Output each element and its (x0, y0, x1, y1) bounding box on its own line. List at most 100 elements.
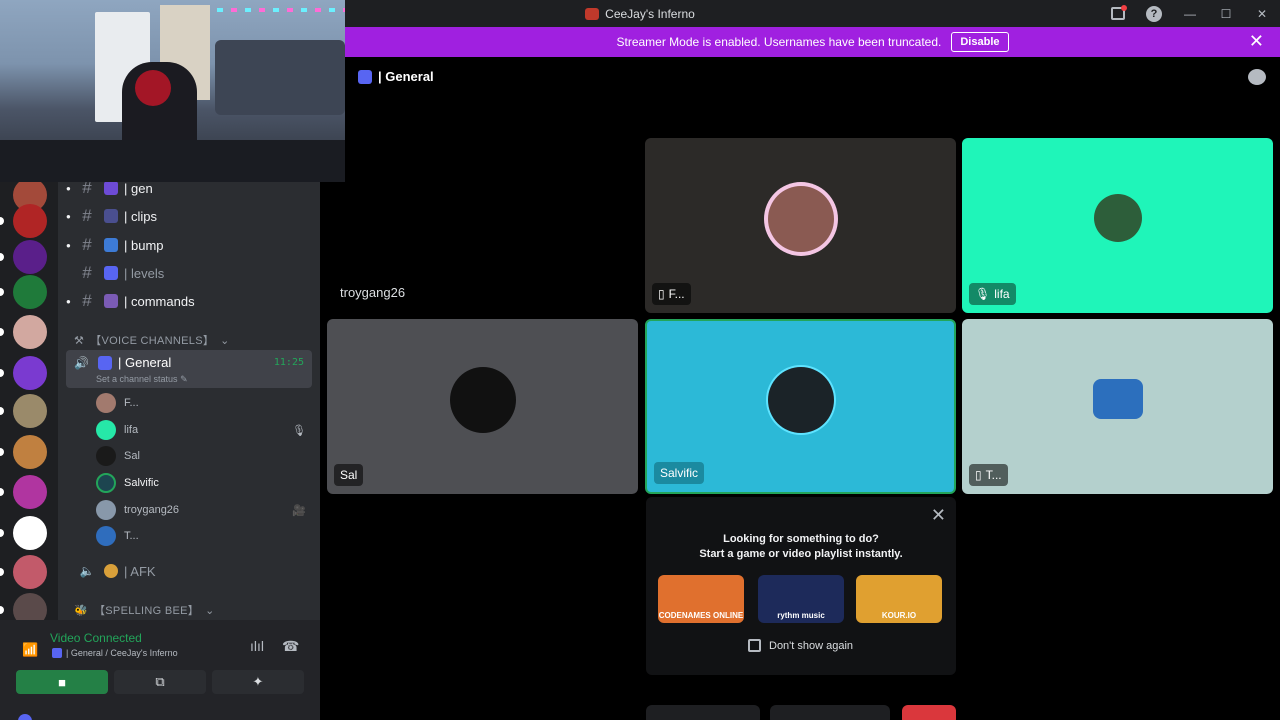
minimize-icon: — (1184, 6, 1196, 21)
unread-pill (0, 448, 4, 456)
help-icon: ? (1146, 5, 1162, 22)
member-name: troygang26 (124, 504, 180, 516)
channel-label: | clips (124, 208, 157, 224)
video-tile[interactable]: 🎙 lifa (962, 138, 1273, 313)
user-avatar[interactable] (18, 714, 32, 720)
speaker-icon: 🔊 (74, 356, 89, 370)
disable-button[interactable]: Disable (951, 32, 1009, 52)
unread-dot: ● (66, 296, 71, 306)
call-header: | General (358, 69, 434, 84)
minimize-button[interactable]: — (1172, 0, 1208, 27)
server-icon[interactable] (13, 475, 47, 509)
checkbox-label: Don't show again (769, 639, 854, 652)
hash-icon: # (82, 206, 92, 225)
activity-kour[interactable]: KOUR.IO (856, 575, 942, 623)
server-icon[interactable] (13, 555, 47, 589)
discord-window: CeeJay's Inferno ? — ☐ ✕ Streamer Mode i… (0, 0, 1280, 720)
voice-member[interactable]: lifa (96, 419, 138, 441)
activity-codenames[interactable]: CODENAMES ONLINE (658, 575, 744, 623)
close-window-button[interactable]: ✕ (1244, 0, 1280, 27)
voice-member[interactable]: Sal (96, 445, 140, 467)
server-icon[interactable] (13, 356, 47, 390)
game-label: CODENAMES ONLINE (658, 611, 744, 620)
channel-bump[interactable]: ● # | bump (66, 233, 164, 257)
camera-control[interactable] (770, 705, 890, 720)
voice-member[interactable]: T... (96, 525, 139, 547)
no-video-user[interactable]: troygang26 (340, 285, 405, 300)
activity-subheading: Start a game or video playlist instantly… (699, 548, 903, 560)
avatar (96, 420, 116, 440)
channel-status[interactable]: Set a channel status ✎ (96, 374, 188, 385)
streamer-mode-banner: Streamer Mode is enabled. Usernames have… (345, 27, 1280, 57)
banner-close-icon[interactable]: ✕ (1249, 32, 1264, 50)
video-tile[interactable]: Sal (327, 319, 638, 494)
avatar (96, 500, 116, 520)
server-icon[interactable] (13, 394, 47, 428)
noise-suppression-icon[interactable]: ılıl (250, 638, 264, 654)
channel-emoji-icon (104, 266, 118, 280)
member-name: Sal (124, 450, 140, 462)
channel-label: | commands (124, 293, 195, 309)
mic-control[interactable] (646, 705, 760, 720)
unread-pill (0, 488, 4, 496)
call-area: | General troygang26 ▯ F... 🎙 lifa Sal Sal… (320, 57, 1280, 720)
unread-dot: ● (66, 183, 71, 193)
maximize-button[interactable]: ☐ (1208, 0, 1244, 27)
camera-button[interactable]: ■ (16, 670, 108, 694)
hash-icon: # (82, 291, 92, 310)
inbox-button[interactable] (1100, 0, 1136, 27)
tile-name-tag: 🎙 lifa (969, 283, 1016, 305)
activity-heading: Looking for something to do? (723, 533, 879, 545)
category-icon: 🐝 (74, 604, 88, 617)
channel-commands[interactable]: ● # | commands (66, 289, 195, 313)
tile-name: T... (985, 468, 1002, 482)
dont-show-again-checkbox[interactable]: Don't show again (748, 639, 853, 652)
disconnect-icon[interactable]: ☎ (282, 638, 299, 655)
screen-share-icon: ⧉ (155, 674, 165, 689)
unread-pill (0, 568, 4, 576)
voice-channel-label: | General (118, 355, 172, 370)
channel-status-text: Set a channel status (96, 374, 178, 384)
activity-rythm[interactable]: rythm music (758, 575, 844, 623)
server-icon[interactable] (13, 204, 47, 238)
channel-emoji-icon (104, 294, 118, 308)
tile-name-tag: Salvific (654, 462, 705, 484)
spelling-category-header[interactable]: 🐝 【SPELLING BEE】 ⌄ (74, 602, 215, 618)
window-controls: ? — ☐ ✕ (1100, 0, 1280, 27)
mic-icon: 🎙 (975, 287, 991, 301)
server-icon[interactable] (13, 516, 47, 550)
voice-category-header[interactable]: ⚒ 【VOICE CHANNELS】 ⌄ (74, 332, 230, 348)
channel-emoji-icon (52, 648, 62, 658)
leave-call-button[interactable] (902, 705, 956, 720)
screen-share-button[interactable]: ⧉ (114, 670, 206, 694)
video-connected-label[interactable]: Video Connected (50, 631, 142, 645)
server-icon[interactable] (13, 275, 47, 309)
close-icon[interactable]: ✕ (931, 505, 946, 526)
member-name: lifa (124, 424, 139, 436)
channel-clips[interactable]: ● # | clips (66, 204, 157, 228)
chat-icon[interactable] (1248, 69, 1266, 85)
game-label: KOUR.IO (881, 611, 917, 620)
voice-member[interactable]: F... (96, 392, 139, 414)
mic-icon: 🎙 (292, 425, 306, 437)
help-button[interactable]: ? (1136, 0, 1172, 27)
checkbox-box (748, 639, 761, 652)
server-icon[interactable] (13, 240, 47, 274)
signal-icon[interactable]: 📶 (22, 642, 38, 658)
activities-button[interactable]: ✦ (212, 670, 304, 694)
video-tile[interactable]: ▯ T... (962, 319, 1273, 494)
call-channel-name: | General (378, 69, 434, 84)
channel-levels[interactable]: # | levels (66, 261, 164, 285)
server-icon[interactable] (13, 435, 47, 469)
voice-channel-general[interactable]: 🔊 | General 11:25 Set a channel status ✎ (66, 350, 312, 388)
voice-member[interactable]: troygang26 (96, 499, 179, 521)
avatar (449, 366, 516, 433)
server-icon[interactable] (13, 315, 47, 349)
voice-member[interactable]: Salvific (96, 472, 159, 494)
voice-location-text: | General / CeeJay's Inferno (66, 648, 178, 658)
server-mini-icon (585, 7, 600, 20)
voice-channel-afk[interactable]: 🔈 | AFK (66, 559, 156, 583)
video-tile[interactable]: ▯ F... (645, 138, 956, 313)
video-tile[interactable]: Salvific (645, 319, 956, 494)
voice-location[interactable]: | General / CeeJay's Inferno (52, 648, 178, 658)
